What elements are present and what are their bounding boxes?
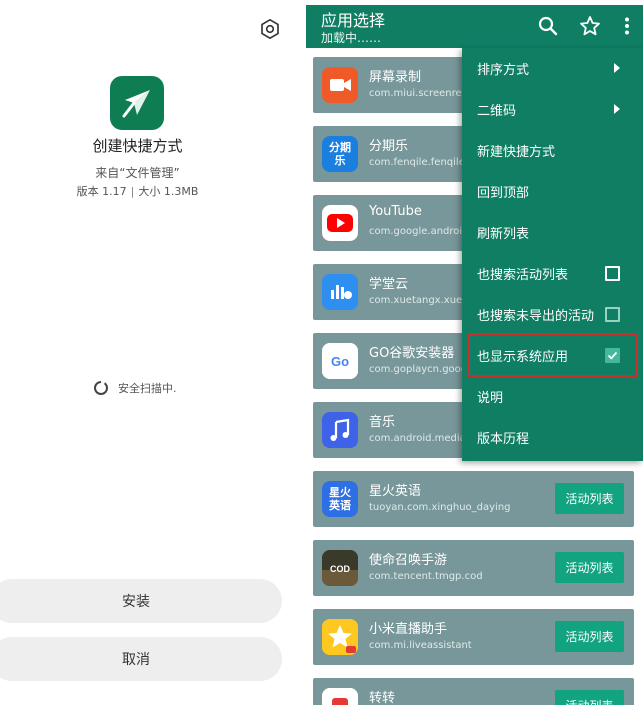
toolbar: 应用选择 加载中……: [306, 5, 643, 48]
menu-item-label: 说明: [477, 391, 504, 406]
app-package: com.xuetangx.xueta: [369, 295, 473, 306]
app-package: com.fenqile.fenqile: [369, 157, 465, 168]
more-vertical-icon[interactable]: [616, 15, 638, 37]
call-of-duty-icon: COD: [322, 550, 358, 586]
app-icon: [110, 76, 164, 130]
app-icon-text: 星火英语: [329, 486, 351, 512]
install-source: 来自“文件管理”: [95, 166, 180, 180]
cloud-icon: [322, 274, 358, 310]
toolbar-title: 应用选择: [321, 11, 386, 30]
menu-item-label: 排序方式: [477, 63, 530, 78]
size-text: 大小 1.3MB: [138, 185, 199, 198]
app-package: com.miui.screenrec: [369, 88, 468, 99]
youtube-icon: [322, 205, 358, 241]
menu-item-label: 也搜索活动列表: [477, 268, 569, 283]
separator: |: [130, 185, 135, 198]
app-row[interactable]: 小米直播助手 com.mi.liveassistant 活动列表: [313, 609, 634, 665]
submenu-arrow-icon: [614, 104, 620, 114]
menu-item-label: 版本历程: [477, 432, 530, 447]
app-name: 学堂云: [369, 277, 409, 292]
menu-item-label: 二维码: [477, 104, 517, 119]
video-camera-icon: [322, 67, 358, 103]
security-scan: 安全扫描中.: [94, 380, 177, 396]
scan-status: 安全扫描中.: [118, 382, 177, 395]
app-name: 小米直播助手: [369, 622, 448, 637]
app-row[interactable]: COD 使命召唤手游 com.tencent.tmgp.cod 活动列表: [313, 540, 634, 596]
app-name: GO谷歌安装器: [369, 346, 455, 361]
menu-item[interactable]: 二维码: [462, 89, 643, 130]
app-name: 音乐: [369, 415, 396, 430]
installer-panel: 创建快捷方式 来自“文件管理” 版本 1.17 | 大小 1.3MB 安全扫描中. …: [0, 0, 306, 705]
search-icon[interactable]: [537, 15, 559, 37]
activity-list-button[interactable]: 活动列表: [555, 552, 624, 583]
menu-item[interactable]: 回到顶部: [462, 171, 643, 212]
version-text: 版本 1.17: [76, 185, 127, 198]
menu-item[interactable]: 排序方式: [462, 48, 643, 89]
app-package: com.goplaycn.googl: [369, 364, 470, 375]
activity-list-button[interactable]: 活动列表: [555, 621, 624, 652]
app-package: com.google.android.: [369, 226, 472, 237]
menu-item-label: 回到顶部: [477, 186, 530, 201]
version-info: 版本 1.17 | 大小 1.3MB: [0, 183, 275, 199]
app-row[interactable]: 星火英语 星火英语 tuoyan.com.xinghuo_daying 活动列表: [313, 471, 634, 527]
menu-item-label: 刷新列表: [477, 227, 530, 242]
app-package: com.mi.liveassistant: [369, 640, 472, 651]
toolbar-subtitle: 加载中……: [321, 31, 382, 45]
app-name: YouTube: [369, 204, 422, 219]
install-button[interactable]: 安装: [0, 579, 282, 623]
menu-item-label: 新建快捷方式: [477, 145, 556, 160]
zhuanzhuan-icon: [322, 688, 358, 705]
app-name: 屏幕录制: [369, 70, 422, 85]
submenu-arrow-icon: [614, 63, 620, 73]
activity-list-button[interactable]: 活动列表: [555, 690, 624, 705]
highlight-box: [468, 333, 638, 377]
cancel-button[interactable]: 取消: [0, 637, 282, 681]
overflow-menu: 排序方式 二维码 新建快捷方式 回到顶部 刷新列表 也搜索活动列表 也搜索未导出的活动 也显示…: [462, 48, 643, 461]
checkbox[interactable]: [605, 307, 620, 322]
menu-item[interactable]: 也搜索未导出的活动: [462, 294, 643, 335]
app-name: 分期乐: [369, 139, 409, 154]
menu-item[interactable]: 刷新列表: [462, 212, 643, 253]
menu-item[interactable]: 说明: [462, 376, 643, 417]
svg-text:COD: COD: [330, 564, 351, 574]
app-name: 转转: [369, 691, 396, 705]
app-name: 创建快捷方式: [92, 137, 183, 155]
music-icon: [322, 412, 358, 448]
app-chooser-panel: 应用选择 加载中…… 屏幕录制 com.miui.screenrec 分期乐 分期乐 c…: [306, 0, 643, 705]
checkbox[interactable]: [605, 266, 620, 281]
loading-spinner-icon: [94, 380, 108, 395]
app-row[interactable]: 转转 活动列表: [313, 678, 634, 705]
app-package: com.tencent.tmgp.cod: [369, 571, 483, 582]
fenqile-icon: 分期乐: [322, 136, 358, 172]
live-star-icon: [322, 619, 358, 655]
settings-gear-icon[interactable]: [259, 18, 281, 40]
arrow-shortcut-icon: [122, 90, 150, 118]
activity-list-button[interactable]: 活动列表: [555, 483, 624, 514]
xinghuo-icon: 星火英语: [322, 481, 358, 517]
menu-item[interactable]: 新建快捷方式: [462, 130, 643, 171]
menu-item-label: 也搜索未导出的活动: [477, 309, 595, 324]
svg-text:Go: Go: [331, 354, 349, 369]
app-name: 使命召唤手游: [369, 553, 448, 568]
menu-item[interactable]: 版本历程: [462, 417, 643, 458]
app-package: tuoyan.com.xinghuo_daying: [369, 502, 511, 513]
star-icon[interactable]: [579, 15, 601, 37]
menu-item[interactable]: 也搜索活动列表: [462, 253, 643, 294]
app-icon-text: 分期乐: [329, 141, 351, 167]
go-installer-icon: Go: [322, 343, 358, 379]
app-name: 星火英语: [369, 484, 422, 499]
